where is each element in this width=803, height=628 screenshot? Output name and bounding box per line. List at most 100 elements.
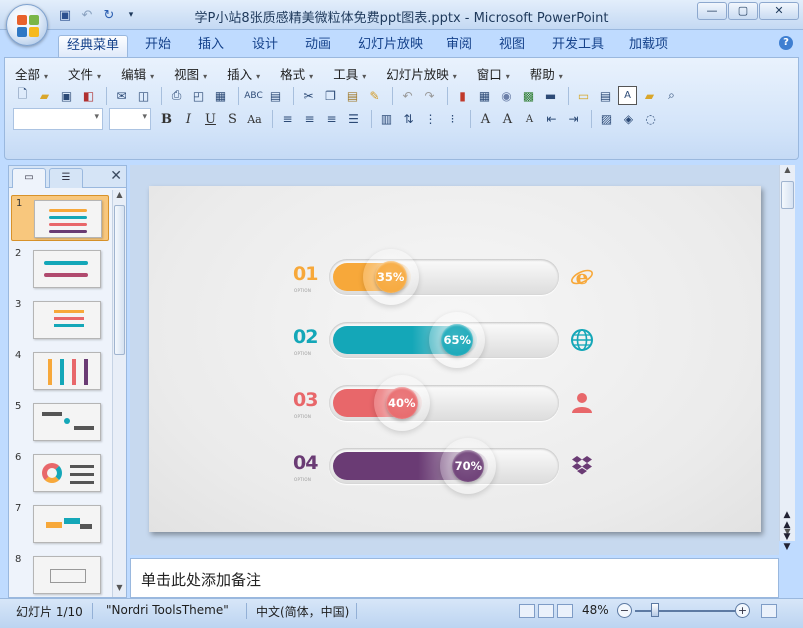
save-icon[interactable]: ▣ bbox=[57, 86, 76, 105]
slide-show-button[interactable] bbox=[557, 604, 573, 618]
undo-icon[interactable]: ↶ bbox=[398, 86, 417, 105]
tab-insert[interactable]: 插入 bbox=[190, 35, 232, 57]
insert-picture-icon[interactable]: ▩ bbox=[519, 86, 538, 105]
scroll-up-icon[interactable]: ▲ bbox=[113, 190, 126, 204]
font-size-combo[interactable] bbox=[109, 108, 151, 130]
help-icon[interactable]: ? bbox=[779, 36, 793, 50]
zoom-level[interactable]: 48% bbox=[582, 603, 609, 617]
theme-name[interactable]: "Nordri ToolsTheme" bbox=[106, 603, 229, 617]
slide-editor-scrollbar[interactable]: ▲ ▼ bbox=[779, 165, 795, 541]
scroll-thumb[interactable] bbox=[114, 205, 125, 355]
zoom-out-button[interactable]: − bbox=[617, 603, 632, 618]
slide-thumbnail[interactable]: 3 bbox=[11, 297, 109, 343]
change-case-button[interactable]: Aa bbox=[245, 110, 264, 129]
previous-slide-icon[interactable]: ▲ ▲ bbox=[779, 510, 795, 530]
tab-review[interactable]: 审阅 bbox=[438, 35, 480, 57]
publish-icon[interactable]: ◫ bbox=[134, 86, 153, 105]
print-icon[interactable]: ⎙ bbox=[167, 86, 186, 105]
slide-thumbnail[interactable]: 5 bbox=[11, 399, 109, 445]
menu-window[interactable]: 窗口 ▾ bbox=[477, 64, 510, 83]
zoom-in-button[interactable]: + bbox=[735, 603, 750, 618]
slides-pane-scrollbar[interactable]: ▲ ▼ bbox=[112, 190, 126, 597]
current-slide[interactable]: 01 OPTION 35% e 02 OPTION 65% 03 OPTION … bbox=[149, 186, 761, 532]
menu-file[interactable]: 文件 ▾ bbox=[68, 64, 101, 83]
insert-chart-icon[interactable]: ▮ bbox=[453, 86, 472, 105]
effects-icon[interactable]: ◌ bbox=[641, 110, 660, 129]
new-slide-icon[interactable]: ▭ bbox=[574, 86, 593, 105]
increase-indent-icon[interactable]: ⇥ bbox=[564, 110, 583, 129]
insert-smartart-icon[interactable]: ◉ bbox=[497, 86, 516, 105]
spelling-icon[interactable]: ABC bbox=[244, 86, 263, 105]
text-direction-icon[interactable]: ⇅ bbox=[399, 110, 418, 129]
shapes-icon[interactable]: ◈ bbox=[619, 110, 638, 129]
decrease-indent-icon[interactable]: ⇤ bbox=[542, 110, 561, 129]
slide-thumbnail[interactable]: 1 bbox=[11, 195, 109, 241]
tab-slides[interactable]: ▭ bbox=[12, 168, 46, 188]
slide-thumbnail[interactable]: 8 bbox=[11, 552, 109, 597]
tab-classic-menu[interactable]: 经典菜单 bbox=[58, 35, 129, 57]
scroll-up-icon[interactable]: ▲ bbox=[780, 165, 795, 179]
insert-table-icon[interactable]: ▦ bbox=[475, 86, 494, 105]
tab-home[interactable]: 开始 bbox=[137, 35, 179, 57]
menu-help[interactable]: 帮助 ▾ bbox=[530, 64, 563, 83]
italic-button[interactable]: I bbox=[179, 110, 198, 129]
scroll-down-icon[interactable]: ▼ bbox=[113, 583, 126, 597]
maximize-button[interactable]: ▢ bbox=[728, 2, 758, 20]
research-book-icon[interactable]: ▤ bbox=[266, 86, 285, 105]
language-indicator[interactable]: 中文(简体，中国) bbox=[256, 603, 349, 620]
slide-thumbnail[interactable]: 4 bbox=[11, 348, 109, 394]
underline-button[interactable]: U bbox=[201, 110, 220, 129]
cut-icon[interactable]: ✂ bbox=[299, 86, 318, 105]
font-name-combo[interactable] bbox=[13, 108, 103, 130]
tab-animations[interactable]: 动画 bbox=[297, 35, 339, 57]
justify-icon[interactable]: ☰ bbox=[344, 110, 363, 129]
align-right-icon[interactable]: ≡ bbox=[322, 110, 341, 129]
align-left-icon[interactable]: ≡ bbox=[278, 110, 297, 129]
font-color-icon[interactable]: A bbox=[476, 110, 495, 129]
zoom-slider[interactable] bbox=[635, 610, 735, 612]
menu-view[interactable]: 视图 ▾ bbox=[174, 64, 207, 83]
folder-icon[interactable]: ▰ bbox=[640, 86, 659, 105]
minimize-button[interactable]: — bbox=[697, 2, 727, 20]
format-painter-icon[interactable]: ✎ bbox=[365, 86, 384, 105]
align-center-icon[interactable]: ≡ bbox=[300, 110, 319, 129]
menu-edit[interactable]: 编辑 ▾ bbox=[121, 64, 154, 83]
normal-view-button[interactable] bbox=[519, 604, 535, 618]
tab-view[interactable]: 视图 bbox=[491, 35, 533, 57]
close-button[interactable]: ✕ bbox=[759, 2, 799, 20]
open-icon[interactable]: ▰ bbox=[35, 86, 54, 105]
tab-design[interactable]: 设计 bbox=[244, 35, 286, 57]
slide-layout-icon[interactable]: ▤ bbox=[596, 86, 615, 105]
shadow-button[interactable]: S bbox=[223, 110, 242, 129]
menu-tools[interactable]: 工具 ▾ bbox=[333, 64, 366, 83]
grow-font-icon[interactable]: A bbox=[498, 110, 517, 129]
menu-all[interactable]: 全部 ▾ bbox=[15, 64, 48, 83]
tab-addins[interactable]: 加载项 bbox=[621, 35, 676, 57]
email-icon[interactable]: ✉ bbox=[112, 86, 131, 105]
research-icon[interactable]: ▦ bbox=[211, 86, 230, 105]
tab-outline[interactable]: ☰ bbox=[49, 168, 83, 188]
shrink-font-icon[interactable]: A bbox=[520, 110, 539, 129]
find-icon[interactable]: ⌕ bbox=[662, 86, 681, 105]
bullets-icon[interactable]: ⁝ bbox=[443, 110, 462, 129]
slide-thumbnail[interactable]: 2 bbox=[11, 246, 109, 292]
notes-placeholder[interactable]: 单击此处添加备注 bbox=[141, 569, 261, 590]
redo-icon[interactable]: ↷ bbox=[420, 86, 439, 105]
menu-insert[interactable]: 插入 ▾ bbox=[227, 64, 260, 83]
notes-pane[interactable]: 单击此处添加备注 bbox=[130, 558, 779, 598]
print-preview-icon[interactable]: ◰ bbox=[189, 86, 208, 105]
close-icon[interactable]: ✕ bbox=[110, 168, 122, 184]
menu-slideshow[interactable]: 幻灯片放映 ▾ bbox=[386, 64, 457, 83]
fit-to-window-button[interactable] bbox=[761, 604, 777, 618]
fill-color-icon[interactable]: ▬ bbox=[541, 86, 560, 105]
copy-icon[interactable]: ❐ bbox=[321, 86, 340, 105]
slide-thumbnail[interactable]: 6 bbox=[11, 450, 109, 496]
permission-icon[interactable]: ◧ bbox=[79, 86, 98, 105]
tab-developer[interactable]: 开发工具 bbox=[544, 35, 612, 57]
scroll-thumb[interactable] bbox=[781, 181, 794, 209]
menu-format[interactable]: 格式 ▾ bbox=[280, 64, 313, 83]
bold-button[interactable]: B bbox=[157, 110, 176, 129]
new-icon[interactable]: 🗋 bbox=[13, 86, 32, 105]
columns-icon[interactable]: ▥ bbox=[377, 110, 396, 129]
slide-sorter-button[interactable] bbox=[538, 604, 554, 618]
